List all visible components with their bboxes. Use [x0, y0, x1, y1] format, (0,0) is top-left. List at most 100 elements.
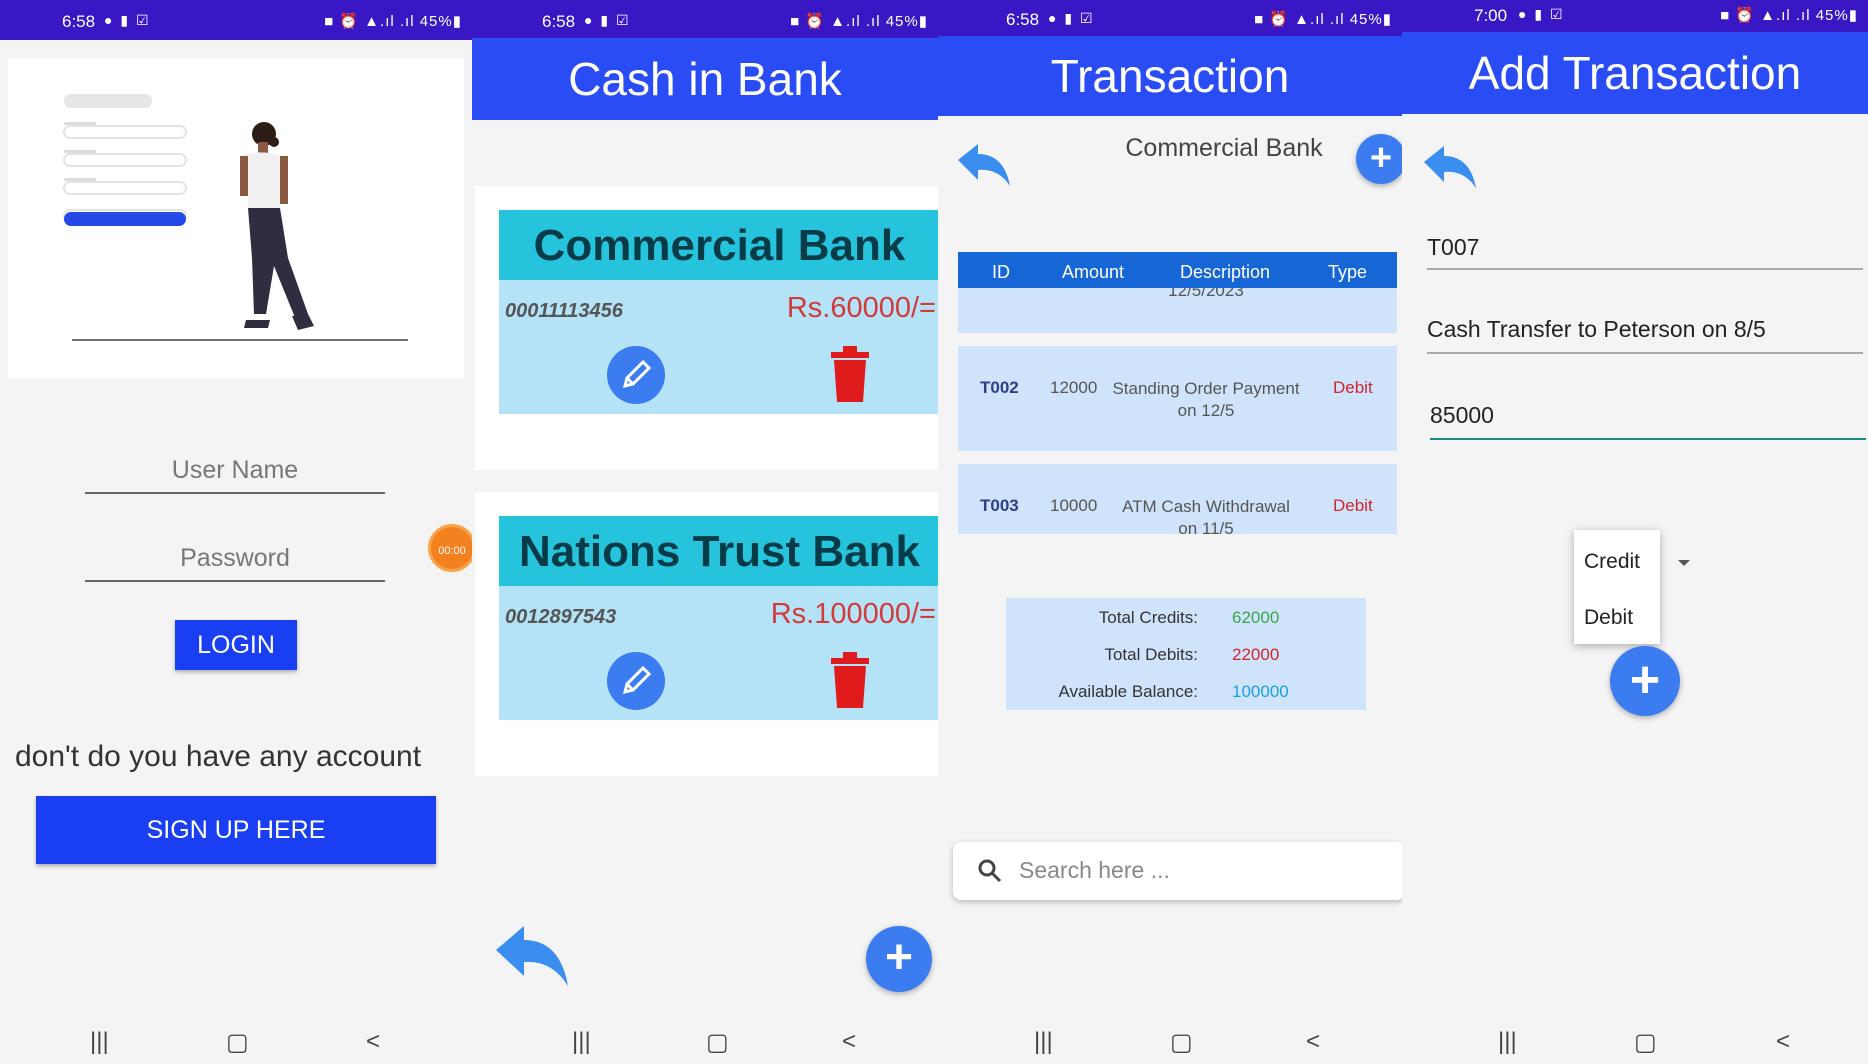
recent-apps-icon[interactable]: ||| — [572, 1028, 591, 1056]
recent-apps-icon[interactable]: ||| — [90, 1028, 109, 1056]
amount-value: 85000 — [1430, 402, 1494, 428]
back-arrow-icon[interactable] — [494, 920, 574, 995]
amount-field[interactable]: 85000 — [1430, 402, 1866, 440]
edit-pencil-icon[interactable] — [607, 346, 665, 404]
status-time: 6:58 — [62, 12, 96, 31]
recent-apps-icon[interactable]: ||| — [1034, 1028, 1053, 1056]
col-amount: Amount — [1062, 262, 1125, 282]
back-nav-icon[interactable]: < — [366, 1028, 380, 1056]
timer-text: 00:00 — [438, 545, 466, 557]
page-title: Cash in Bank — [568, 53, 842, 105]
add-bank-button[interactable]: + — [866, 926, 932, 992]
available-balance-label: Available Balance: — [1058, 682, 1198, 701]
back-arrow-icon[interactable] — [956, 140, 1012, 193]
option-credit[interactable]: Credit — [1584, 550, 1640, 574]
home-icon[interactable]: ▢ — [226, 1028, 249, 1057]
bank-card[interactable]: Commercial Bank 00011113456 Rs.60000/= — [475, 186, 940, 470]
dropdown-arrow-icon[interactable] — [1678, 560, 1690, 566]
login-illustration — [8, 58, 464, 378]
notification-icons: ● ▮ ☑ — [1518, 6, 1565, 22]
row-type: Debit — [1333, 496, 1373, 515]
total-credits-label: Total Credits: — [1098, 608, 1198, 627]
signal-battery-icons: ■ ⏰ ▲.ıl .ıl 45%▮ — [790, 13, 928, 30]
add-transaction-button[interactable]: + — [1356, 134, 1402, 184]
status-bar: 6:58 ● ▮ ☑ ■ ⏰ ▲.ıl .ıl 45%▮ — [0, 0, 472, 40]
save-transaction-button[interactable]: + — [1610, 646, 1680, 716]
app-bar: Cash in Bank — [472, 38, 938, 120]
row-description-line1: ATM Cash Withdrawal — [1122, 497, 1290, 516]
signup-button[interactable]: SIGN UP HERE — [36, 796, 436, 864]
option-debit[interactable]: Debit — [1584, 606, 1633, 630]
row-amount: 12000 — [1050, 378, 1098, 397]
notification-icons: ● ▮ ☑ — [1048, 10, 1095, 26]
description-value: Cash Transfer to Peterson on 8/5 — [1427, 316, 1766, 342]
type-dropdown-menu: Credit Debit — [1574, 530, 1660, 644]
back-nav-icon[interactable]: < — [842, 1028, 856, 1056]
bank-card-body: Nations Trust Bank 0012897543 Rs.100000/… — [499, 516, 940, 720]
username-field[interactable]: User Name — [85, 456, 385, 494]
home-icon[interactable]: ▢ — [1634, 1028, 1657, 1057]
account-number: 00011113456 — [505, 300, 623, 322]
status-bar: 6:58 ● ▮ ☑ ■ ⏰ ▲.ıl .ıl 45%▮ — [938, 0, 1402, 36]
no-account-hint: don't do you have any account — [15, 740, 422, 773]
status-time: 6:58 — [1006, 10, 1040, 29]
table-row[interactable]: T002 12000 Standing Order Payment on 12/5… — [958, 346, 1397, 451]
status-time: 6:58 — [542, 12, 576, 31]
android-nav-bar: ||| ▢ < — [1402, 1020, 1868, 1064]
table-row[interactable]: T003 10000 ATM Cash Withdrawal on 11/5 De… — [958, 464, 1397, 538]
battery-percent: 45% — [419, 13, 453, 30]
login-button[interactable]: LOGIN — [175, 620, 297, 670]
android-nav-bar: ||| ▢ < — [0, 1020, 472, 1064]
bank-balance: Rs.60000/= — [786, 292, 936, 324]
back-arrow-icon[interactable] — [1422, 142, 1478, 195]
battery-percent: 45% — [885, 13, 919, 30]
row-description-partial: 12/5/2023 — [1168, 288, 1244, 300]
login-button-label: LOGIN — [197, 631, 275, 659]
status-bar: 7:00 ● ▮ ☑ ■ ⏰ ▲.ıl .ıl 45%▮ — [1402, 0, 1868, 32]
recording-timer-badge[interactable]: 00:00 — [428, 524, 472, 572]
home-icon[interactable]: ▢ — [1170, 1028, 1193, 1057]
back-nav-icon[interactable]: < — [1776, 1028, 1790, 1056]
login-illustration-graphic — [63, 94, 408, 341]
description-field[interactable]: Cash Transfer to Peterson on 8/5 — [1427, 316, 1863, 354]
total-debits-label: Total Debits: — [1104, 645, 1198, 664]
recent-apps-icon[interactable]: ||| — [1498, 1028, 1517, 1056]
add-transaction-screen: 7:00 ● ▮ ☑ ■ ⏰ ▲.ıl .ıl 45%▮ Add Transac… — [1402, 0, 1868, 1064]
page-title: Transaction — [1050, 50, 1290, 102]
battery-percent: 45% — [1815, 7, 1849, 24]
home-icon[interactable]: ▢ — [706, 1028, 729, 1057]
signal-battery-icons: ■ ⏰ ▲.ıl .ıl 45%▮ — [324, 13, 462, 30]
transaction-id-field[interactable]: T007 — [1427, 234, 1863, 270]
transaction-id-value: T007 — [1427, 234, 1480, 260]
delete-trash-icon[interactable] — [829, 346, 871, 409]
back-nav-icon[interactable]: < — [1306, 1028, 1320, 1056]
col-id: ID — [992, 262, 1010, 282]
search-placeholder: Search here ... — [1019, 857, 1170, 883]
page-title: Add Transaction — [1468, 47, 1802, 99]
row-id: T003 — [980, 496, 1019, 515]
row-type: Debit — [1333, 378, 1373, 397]
password-field[interactable]: Password — [85, 544, 385, 582]
search-icon — [978, 859, 1002, 883]
edit-pencil-icon[interactable] — [607, 652, 665, 710]
bank-name: Commercial Bank — [499, 210, 940, 280]
status-bar: 6:58 ● ▮ ☑ ■ ⏰ ▲.ıl .ıl 45%▮ — [472, 0, 938, 40]
row-description: ATM Cash Withdrawal on 11/5 — [1110, 496, 1302, 540]
search-bar[interactable]: Search here ... — [953, 842, 1402, 900]
total-debits-value: 22000 — [1232, 645, 1280, 664]
notification-icons: ● ▮ ☑ — [104, 12, 151, 28]
android-nav-bar: ||| ▢ < — [472, 1020, 938, 1064]
delete-trash-icon[interactable] — [829, 652, 871, 715]
row-description-line2: on 12/5 — [1177, 401, 1235, 420]
totals-summary: Total Credits: 62000 Total Debits: 22000… — [1006, 598, 1366, 710]
available-balance-value: 100000 — [1232, 682, 1289, 701]
bank-balance: Rs.100000/= — [770, 598, 936, 630]
signal-battery-icons: ■ ⏰ ▲.ıl .ıl 45%▮ — [1720, 7, 1858, 24]
bank-card[interactable]: Nations Trust Bank 0012897543 Rs.100000/… — [475, 492, 940, 776]
selected-bank-name: Commercial Bank — [1125, 134, 1323, 162]
row-description: Standing Order Payment on 12/5 — [1110, 378, 1302, 422]
col-type: Type — [1328, 262, 1368, 282]
bank-card-body: Commercial Bank 00011113456 Rs.60000/= — [499, 210, 940, 414]
username-placeholder: User Name — [171, 456, 299, 484]
table-row-partial[interactable]: 12/5/2023 — [958, 288, 1397, 333]
